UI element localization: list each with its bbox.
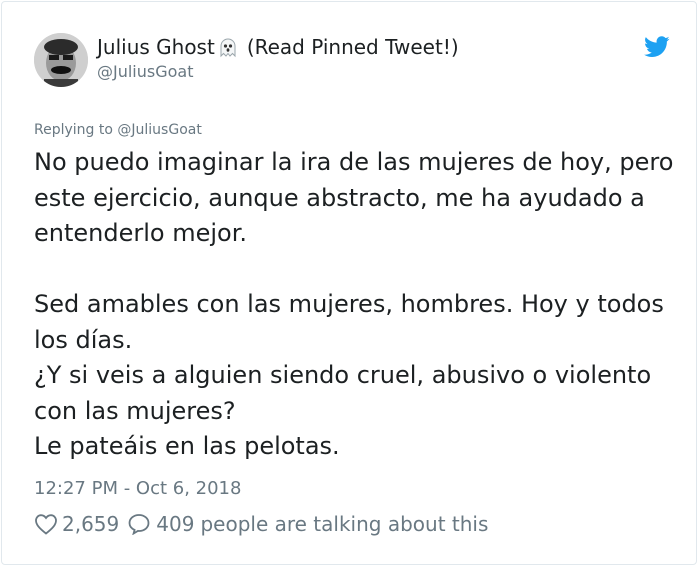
twitter-bird-icon[interactable] (644, 36, 670, 58)
display-name[interactable]: Julius Ghost (97, 35, 215, 59)
tweet-text: No puedo imaginar la ira de las mujeres … (34, 148, 674, 460)
ghost-emoji-icon (217, 36, 239, 58)
like-count[interactable]: 2,659 (62, 512, 119, 536)
reply-count[interactable]: 409 (156, 512, 194, 536)
tweet-actions: 2,659 409 people are talking about this (34, 512, 488, 536)
tweet-timestamp[interactable]: 12:27 PM - Oct 6, 2018 (34, 478, 241, 499)
tweet-card[interactable]: Julius Ghost (Read Pinned Tweet!) @Juliu… (1, 1, 697, 565)
talking-label[interactable]: people are talking about this (200, 512, 488, 536)
replying-prefix: Replying to (34, 122, 113, 138)
avatar-photo (34, 33, 88, 87)
replying-to: Replying to @JuliusGoat (34, 122, 202, 138)
author-handle[interactable]: @JuliusGoat (97, 62, 194, 81)
author-name-row[interactable]: Julius Ghost (Read Pinned Tweet!) (97, 35, 459, 59)
replying-handle[interactable]: @JuliusGoat (117, 122, 201, 138)
speech-bubble-icon[interactable] (127, 513, 151, 535)
avatar[interactable] (34, 33, 88, 87)
heart-icon[interactable] (34, 513, 58, 535)
name-suffix: (Read Pinned Tweet!) (246, 35, 459, 59)
